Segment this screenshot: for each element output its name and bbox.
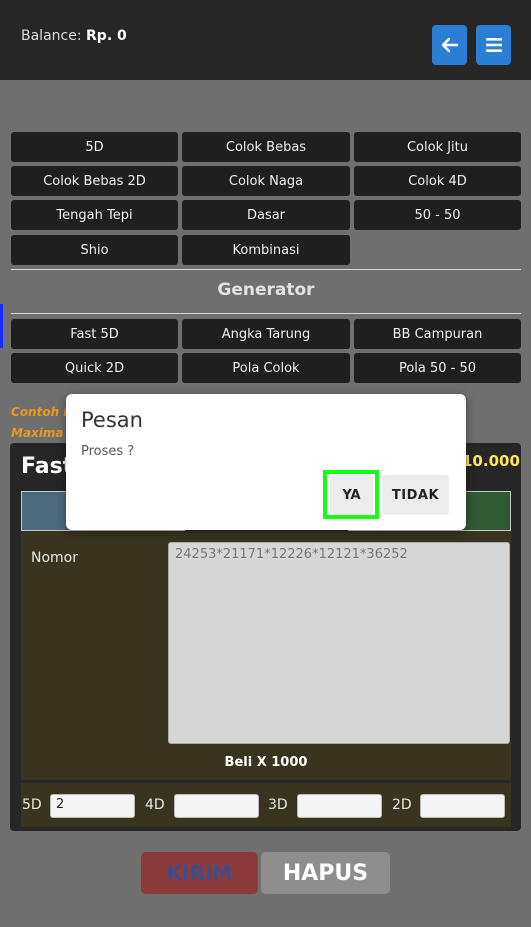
generator-button-fast-5d[interactable]: Fast 5D (11, 319, 178, 349)
ya-button[interactable]: YA (330, 475, 373, 515)
dialog-message: Proses ? (81, 444, 135, 459)
game-button-tengah-tepi[interactable]: Tengah Tepi (11, 200, 178, 230)
back-button[interactable] (432, 25, 467, 65)
game-button-colok-naga[interactable]: Colok Naga (182, 166, 350, 196)
game-button-colok-bebas-2d[interactable]: Colok Bebas 2D (11, 166, 178, 196)
generator-title: Generator (217, 280, 315, 300)
label-4d: 4D (145, 797, 165, 813)
divider-generator (11, 313, 521, 314)
generator-button-pola-colok[interactable]: Pola Colok (182, 353, 350, 383)
tidak-button[interactable]: TIDAK (382, 475, 449, 515)
panel-amount: 10.000 (462, 452, 520, 470)
beli-multiplier: Beli X 1000 (224, 755, 308, 770)
input-2d[interactable] (420, 794, 505, 818)
example-note: Contoh I (11, 405, 68, 419)
game-button-colok-4d[interactable]: Colok 4D (354, 166, 521, 196)
active-indicator (0, 304, 3, 348)
generator-button-bb-campuran[interactable]: BB Campuran (354, 319, 521, 349)
label-2d: 2D (392, 797, 412, 813)
game-button-shio[interactable]: Shio (11, 235, 178, 265)
game-button-dasar[interactable]: Dasar (182, 200, 350, 230)
kirim-button[interactable]: KIRIM (141, 852, 258, 894)
input-4d[interactable] (174, 794, 259, 818)
label-3d: 3D (268, 797, 288, 813)
generator-button-pola-50-50[interactable]: Pola 50 - 50 (354, 353, 521, 383)
game-button-kombinasi[interactable]: Kombinasi (182, 235, 350, 265)
input-3d[interactable] (297, 794, 382, 818)
balance-label: Balance: (21, 28, 82, 44)
generator-button-quick-2d[interactable]: Quick 2D (11, 353, 178, 383)
hapus-button[interactable]: HAPUS (261, 852, 390, 894)
game-button-colok-jitu[interactable]: Colok Jitu (354, 132, 521, 162)
input-5d[interactable]: 2 (50, 794, 135, 818)
arrow-left-icon (441, 37, 458, 53)
balance-value: Rp. 0 (86, 28, 127, 44)
label-5d: 5D (22, 797, 42, 813)
game-button-50-50[interactable]: 50 - 50 (354, 200, 521, 230)
confirm-dialog: Pesan Proses ? YA TIDAK (66, 394, 466, 530)
nomor-textarea[interactable]: 24253*21171*12226*12121*36252 (168, 542, 510, 744)
balance-display: Balance: Rp. 0 (21, 28, 127, 44)
generator-button-angka-tarung[interactable]: Angka Tarung (182, 319, 350, 349)
divider-top (11, 269, 521, 270)
hamburger-menu-icon (485, 38, 502, 52)
game-button-5d[interactable]: 5D (11, 132, 178, 162)
app-header: Balance: Rp. 0 (0, 0, 531, 80)
maximum-note: Maxima (11, 426, 64, 440)
nomor-label: Nomor (31, 550, 78, 566)
menu-button[interactable] (476, 25, 511, 65)
game-button-colok-bebas[interactable]: Colok Bebas (182, 132, 350, 162)
dialog-title: Pesan (81, 408, 143, 432)
